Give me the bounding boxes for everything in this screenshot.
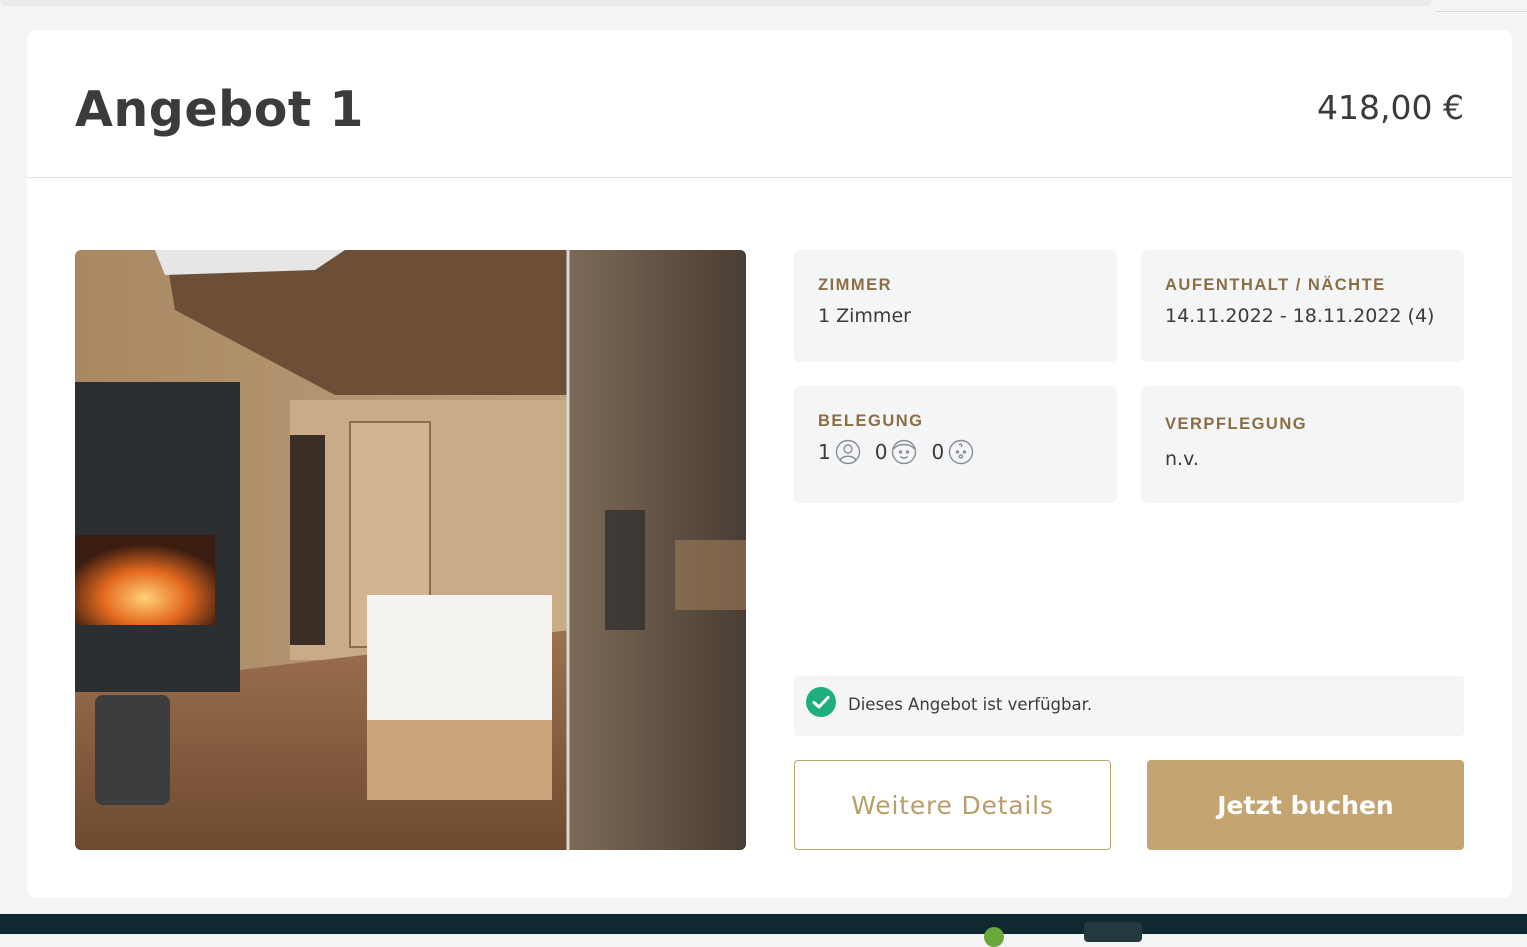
- offer-title: Angebot 1: [75, 81, 364, 138]
- stay-box: AUFENTHALT / NÄCHTE 14.11.2022 - 18.11.2…: [1141, 250, 1464, 362]
- infants-count: 0: [931, 440, 945, 464]
- room-box: ZIMMER 1 Zimmer: [794, 250, 1117, 362]
- board-value: n.v.: [1165, 448, 1199, 470]
- availability-message: Dieses Angebot ist verfügbar.: [848, 695, 1093, 714]
- book-button[interactable]: Jetzt buchen: [1147, 760, 1464, 850]
- stay-value: 14.11.2022 - 18.11.2022 (4): [1165, 305, 1435, 327]
- offer-card: Angebot 1 418,00 € ZIMMER 1 Zimmer AUFEN…: [27, 30, 1512, 898]
- offer-image[interactable]: [75, 250, 746, 850]
- search-bar-edge: [0, 0, 1432, 6]
- adult-icon: [835, 439, 860, 465]
- adults-count: 1: [818, 440, 831, 464]
- footer-bar: [0, 914, 1527, 947]
- baby-icon: [949, 439, 974, 465]
- board-box: VERPFLEGUNG n.v.: [1141, 386, 1464, 503]
- board-label: VERPFLEGUNG: [1165, 415, 1308, 433]
- check-circle-icon: [806, 687, 836, 717]
- status-dot-icon: [984, 927, 1004, 947]
- footer-chip[interactable]: [1084, 922, 1142, 942]
- occupancy-box: BELEGUNG 1 0 0: [794, 386, 1117, 503]
- details-button[interactable]: Weitere Details: [794, 760, 1111, 850]
- offer-card-header: Angebot 1 418,00 €: [27, 30, 1512, 178]
- divider: [1436, 11, 1527, 12]
- offer-price: 418,00 €: [1317, 88, 1464, 127]
- occupancy-label: BELEGUNG: [818, 412, 924, 430]
- room-value: 1 Zimmer: [818, 305, 911, 327]
- children-count: 0: [874, 440, 888, 464]
- child-icon: [892, 439, 917, 465]
- occupancy-values: 1 0 0: [818, 439, 1093, 465]
- stay-label: AUFENTHALT / NÄCHTE: [1165, 276, 1386, 294]
- room-label: ZIMMER: [818, 276, 893, 294]
- availability-notice: Dieses Angebot ist verfügbar.: [794, 676, 1464, 736]
- top-bar: [0, 0, 1527, 14]
